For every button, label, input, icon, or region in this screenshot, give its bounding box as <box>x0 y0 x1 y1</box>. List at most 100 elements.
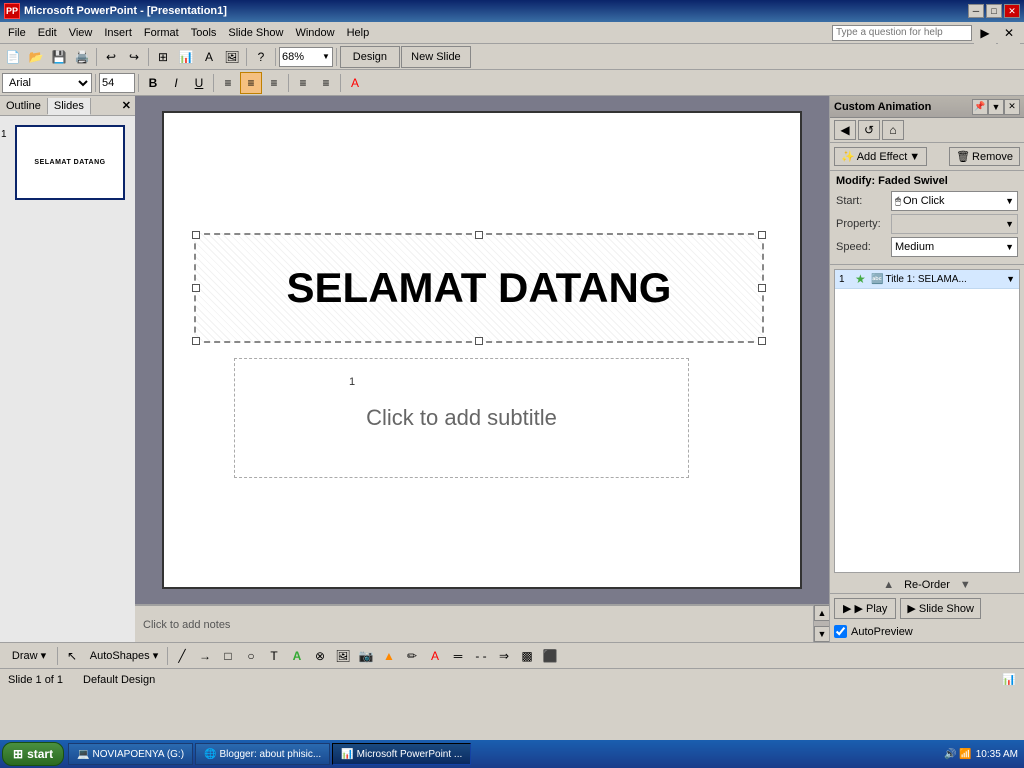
resize-handle-ml[interactable] <box>192 284 200 292</box>
animation-panel-pin[interactable]: 📌 <box>972 99 988 115</box>
insert-clipart-button[interactable]: 🖼 <box>221 46 243 68</box>
add-effect-button[interactable]: ✨ Add Effect ▼ <box>834 147 927 166</box>
dash-style-button[interactable]: - - <box>470 645 492 667</box>
draw-menu-button[interactable]: Draw ▾ <box>4 645 54 667</box>
wordart-button[interactable]: A <box>286 645 308 667</box>
remove-effect-button[interactable]: 🗑 Remove <box>949 147 1020 166</box>
autoshapes-button[interactable]: AutoShapes ▾ <box>84 645 164 667</box>
insert-chart-button[interactable]: 📊 <box>175 46 197 68</box>
new-button[interactable]: 📄 <box>2 46 24 68</box>
design-button[interactable]: Design <box>340 46 400 68</box>
menu-edit[interactable]: Edit <box>32 25 63 41</box>
select-objects-button[interactable]: ↖ <box>61 645 83 667</box>
shadow-button[interactable]: ▩ <box>516 645 538 667</box>
anim-nav-back[interactable]: ◀ <box>834 120 856 140</box>
notes-scroll-up[interactable]: ▲ <box>814 605 829 621</box>
menu-window[interactable]: Window <box>289 25 340 41</box>
fill-color-button[interactable]: ▲ <box>378 645 400 667</box>
oval-button[interactable]: ○ <box>240 645 262 667</box>
font-size-input[interactable] <box>99 73 135 93</box>
animation-list-item[interactable]: 1 ★ 🔤 Title 1: SELAMA... ▼ <box>835 270 1019 289</box>
title-textbox[interactable]: SELAMAT DATANG <box>194 233 764 343</box>
resize-handle-bl[interactable] <box>192 337 200 345</box>
align-center-button[interactable]: ≡ <box>240 72 262 94</box>
arrow-button[interactable]: → <box>194 645 216 667</box>
print-button[interactable]: 🖨️ <box>71 46 93 68</box>
zoom-arrow[interactable]: ▼ <box>320 52 332 61</box>
resize-handle-tm[interactable] <box>475 231 483 239</box>
animation-panel-options[interactable]: ▼ <box>988 99 1004 115</box>
diagram-button[interactable]: ⊗ <box>309 645 331 667</box>
font-color-button[interactable]: A <box>344 72 366 94</box>
bullets-button[interactable]: ≡ <box>292 72 314 94</box>
notes-scroll-down[interactable]: ▼ <box>814 626 829 642</box>
slideshow-button[interactable]: ▶ Slide Show <box>900 598 981 619</box>
autopreview-checkbox[interactable] <box>834 625 847 638</box>
menu-slideshow[interactable]: Slide Show <box>222 25 289 41</box>
tab-slides[interactable]: Slides <box>48 98 91 115</box>
menu-format[interactable]: Format <box>138 25 185 41</box>
line-style-button[interactable]: ═ <box>447 645 469 667</box>
undo-button[interactable]: ↩ <box>100 46 122 68</box>
resize-handle-tl[interactable] <box>192 231 200 239</box>
textbox-button[interactable]: T <box>263 645 285 667</box>
animation-panel-close[interactable]: ✕ <box>1004 99 1020 115</box>
save-button[interactable]: 💾 <box>48 46 70 68</box>
search-go-button[interactable]: ▶ <box>974 22 996 44</box>
close-button[interactable]: ✕ <box>1004 4 1020 18</box>
panel-close-button[interactable]: ✕ <box>118 99 135 112</box>
open-button[interactable]: 📂 <box>25 46 47 68</box>
anim-item-arrow[interactable]: ▼ <box>1006 274 1015 284</box>
resize-handle-br[interactable] <box>758 337 766 345</box>
redo-button[interactable]: ↪ <box>123 46 145 68</box>
help-search-input[interactable] <box>832 25 972 41</box>
slide-thumbnail[interactable]: SELAMAT DATANG <box>15 125 125 200</box>
maximize-button[interactable]: □ <box>986 4 1002 18</box>
numbering-button[interactable]: ≡ <box>315 72 337 94</box>
zoom-input[interactable] <box>280 50 320 64</box>
bold-button[interactable]: B <box>142 72 164 94</box>
resize-handle-bm[interactable] <box>475 337 483 345</box>
italic-button[interactable]: I <box>165 72 187 94</box>
start-button[interactable]: ⊞ start <box>2 742 64 766</box>
resize-handle-mr[interactable] <box>758 284 766 292</box>
taskbar-item-blogger[interactable]: 🌐 Blogger: about phisic... <box>195 743 330 765</box>
reorder-down-button[interactable]: ▼ <box>960 579 971 591</box>
font-selector[interactable]: Arial <box>2 73 92 93</box>
clipart-button[interactable]: 🖼 <box>332 645 354 667</box>
speed-selector[interactable]: Medium ▼ <box>891 237 1018 257</box>
insert-wordart-button[interactable]: A <box>198 46 220 68</box>
start-selector[interactable]: 🖱 On Click ▼ <box>891 191 1018 211</box>
align-left-button[interactable]: ≡ <box>217 72 239 94</box>
notes-area[interactable]: Click to add notes <box>135 605 813 642</box>
menu-tools[interactable]: Tools <box>185 25 223 41</box>
new-slide-button[interactable]: New Slide <box>401 46 471 68</box>
help-close-button[interactable]: ✕ <box>998 22 1020 44</box>
underline-button[interactable]: U <box>188 72 210 94</box>
line-color-button[interactable]: ✏ <box>401 645 423 667</box>
play-button[interactable]: ▶ ▶ Play <box>834 598 896 619</box>
taskbar-item-powerpoint[interactable]: 📊 Microsoft PowerPoint ... <box>332 743 471 765</box>
font-color-btn2[interactable]: A <box>424 645 446 667</box>
taskbar-item-noviapoenya[interactable]: 💻 NOVIAPOENYA (G:) <box>68 743 193 765</box>
menu-view[interactable]: View <box>63 25 99 41</box>
tab-outline[interactable]: Outline <box>0 98 48 114</box>
minimize-button[interactable]: ─ <box>968 4 984 18</box>
anim-nav-home[interactable]: ⌂ <box>882 120 904 140</box>
help-button[interactable]: ? <box>250 46 272 68</box>
subtitle-textbox[interactable]: Click to add subtitle <box>234 358 689 478</box>
insert-table-button[interactable]: ⊞ <box>152 46 174 68</box>
align-right-button[interactable]: ≡ <box>263 72 285 94</box>
reorder-up-button[interactable]: ▲ <box>883 579 894 591</box>
picture-button[interactable]: 📷 <box>355 645 377 667</box>
resize-handle-tr[interactable] <box>758 231 766 239</box>
arrow-style-button[interactable]: ⇒ <box>493 645 515 667</box>
menu-file[interactable]: File <box>2 25 32 41</box>
anim-nav-refresh[interactable]: ↺ <box>858 120 880 140</box>
rectangle-button[interactable]: □ <box>217 645 239 667</box>
property-selector[interactable]: ▼ <box>891 214 1018 234</box>
menu-insert[interactable]: Insert <box>98 25 138 41</box>
menu-help[interactable]: Help <box>341 25 376 41</box>
3d-button[interactable]: ⬛ <box>539 645 561 667</box>
line-button[interactable]: ╱ <box>171 645 193 667</box>
